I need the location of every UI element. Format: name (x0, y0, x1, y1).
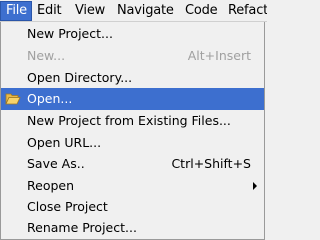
menu-edit-label: Edit (37, 3, 62, 18)
menu-item-reopen[interactable]: Reopen (1, 175, 264, 197)
menu-item-label: New... (27, 48, 66, 63)
menu-item-new-project-from-existing[interactable]: New Project from Existing Files... (1, 110, 264, 132)
menu-code[interactable]: Code (180, 1, 223, 21)
menu-view-label: View (75, 3, 106, 18)
menu-item-label: Reopen (27, 178, 75, 193)
menu-item-open-url[interactable]: Open URL... (1, 132, 264, 154)
menu-file-label: File (6, 3, 27, 18)
menu-item-label: Save As.. (27, 156, 85, 171)
menu-item-label: Close Project (27, 199, 108, 214)
menu-item-rename-project[interactable]: Rename Project... (1, 217, 264, 239)
menu-item-save-as[interactable]: Save As.. Ctrl+Shift+S (1, 153, 264, 175)
menu-refactor[interactable]: Refacto (223, 1, 267, 21)
menu-code-label: Code (185, 3, 218, 18)
menu-item-new: New... Alt+Insert (1, 45, 264, 67)
submenu-arrow-icon (253, 182, 257, 190)
menu-item-close-project[interactable]: Close Project (1, 196, 264, 218)
menu-item-shortcut: Ctrl+Shift+S (171, 156, 251, 171)
menu-item-label: New Project... (27, 26, 113, 41)
file-menu-dropdown: New Project... New... Alt+Insert Open Di… (0, 22, 265, 240)
folder-open-icon (5, 92, 21, 106)
menu-item-shortcut: Alt+Insert (187, 48, 251, 63)
menu-item-label: Open Directory... (27, 70, 133, 85)
menu-item-label: New Project from Existing Files... (27, 113, 231, 128)
menu-item-new-project[interactable]: New Project... (1, 23, 264, 45)
menu-navigate-label: Navigate (117, 3, 174, 18)
menu-item-open-directory[interactable]: Open Directory... (1, 67, 264, 89)
menu-refactor-label: Refacto (228, 3, 267, 18)
menu-navigate[interactable]: Navigate (112, 1, 180, 21)
menu-bar: File Edit View Navigate Code Refacto (0, 0, 267, 22)
menu-edit[interactable]: Edit (32, 1, 70, 21)
menu-file[interactable]: File (0, 0, 32, 21)
menu-item-open[interactable]: Open... (1, 88, 264, 110)
menu-item-label: Open... (27, 91, 73, 106)
menu-view[interactable]: View (70, 1, 112, 21)
menu-item-label: Rename Project... (27, 220, 137, 235)
menu-item-label: Open URL... (27, 135, 102, 150)
